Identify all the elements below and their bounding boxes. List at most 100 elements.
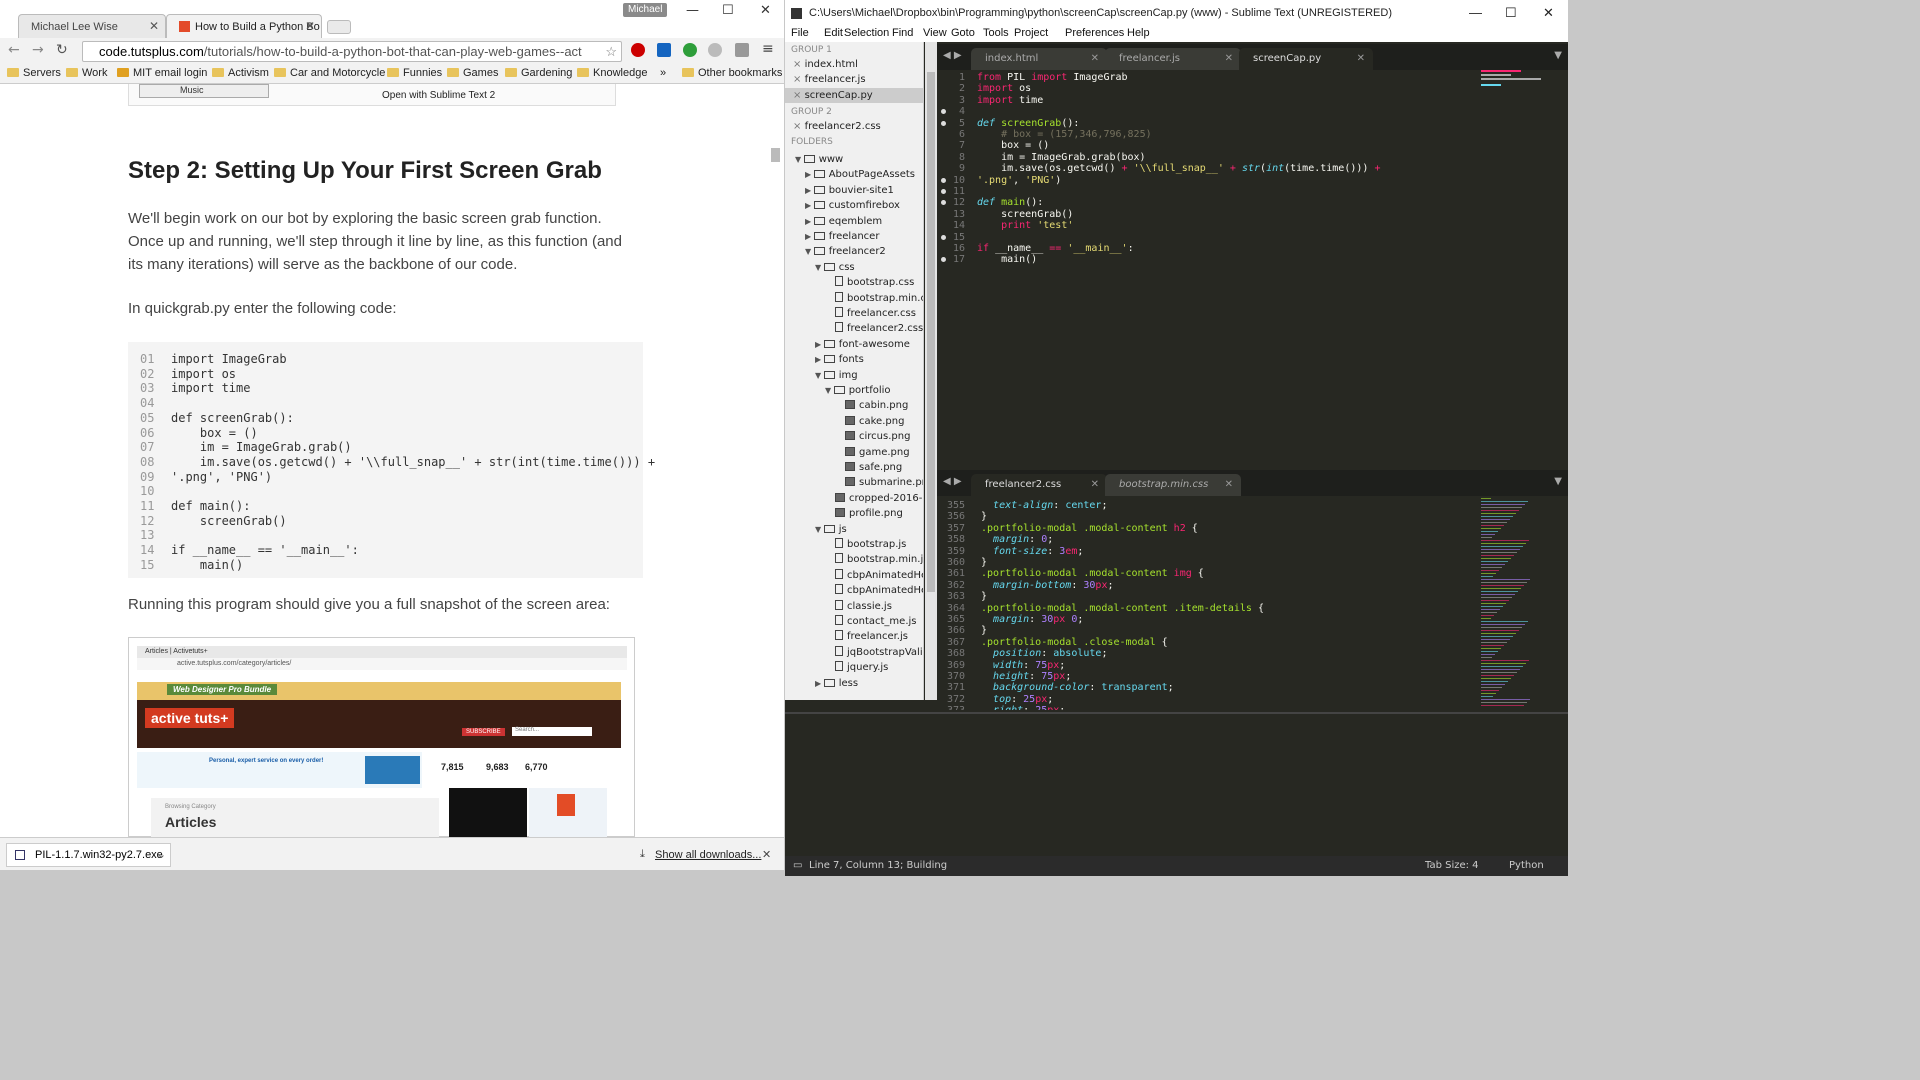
tree-folder[interactable]: ▼ css — [815, 260, 855, 275]
back-icon[interactable]: ← — [8, 42, 20, 58]
minimap[interactable] — [1475, 70, 1555, 100]
tree-file[interactable]: cropped-2016-03- — [835, 491, 923, 506]
menu-selection[interactable]: Selection — [844, 27, 889, 39]
minimap[interactable] — [1475, 498, 1555, 708]
tree-file[interactable]: profile.png — [835, 506, 903, 521]
tab-bootstrap-min-css[interactable]: bootstrap.min.css ✕ — [1105, 474, 1241, 496]
tree-folder[interactable]: ▶ eqemblem — [805, 214, 882, 229]
disclosure-closed-icon[interactable]: ▶ — [815, 340, 824, 349]
menu-view[interactable]: View — [923, 27, 947, 39]
bookmark-car-motorcycle[interactable]: Car and Motorcycle — [274, 67, 385, 79]
tab-overflow-icon[interactable]: ▼ — [1554, 50, 1562, 61]
tab-screencap-py[interactable]: screenCap.py ✕ — [1239, 48, 1373, 70]
extension-icon[interactable] — [735, 43, 749, 57]
panel-toggle-icon[interactable]: ▭ — [793, 856, 802, 876]
chevron-down-icon[interactable]: ⌄ — [157, 844, 166, 866]
tree-file[interactable]: submarine.png — [845, 475, 923, 490]
disclosure-closed-icon[interactable]: ▶ — [815, 679, 824, 688]
menu-file[interactable]: File — [791, 27, 809, 39]
extension-icon[interactable] — [683, 43, 697, 57]
disclosure-closed-icon[interactable]: ▶ — [805, 170, 814, 179]
tab-index-html[interactable]: index.html ✕ — [971, 48, 1107, 70]
sidebar-scrollbar[interactable] — [925, 42, 937, 700]
tree-folder[interactable]: ▼ portfolio — [825, 383, 891, 398]
tree-folder[interactable]: ▶ freelancer — [805, 229, 879, 244]
menu-goto[interactable]: Goto — [951, 27, 975, 39]
bookmark-knowledge[interactable]: Knowledge — [577, 67, 647, 79]
forward-icon[interactable]: → — [32, 42, 44, 58]
tab-nav-icon[interactable]: ◀ ▶ — [943, 476, 962, 487]
tree-folder[interactable]: ▶ less — [815, 676, 858, 691]
tab-freelancer2-css[interactable]: freelancer2.css ✕ — [971, 474, 1107, 496]
menu-find[interactable]: Find — [892, 27, 913, 39]
disclosure-closed-icon[interactable]: ▶ — [805, 217, 814, 226]
tree-folder[interactable]: ▶ AboutPageAssets — [805, 167, 915, 182]
tab-python-bot[interactable]: How to Build a Python Bo ✕ — [166, 14, 322, 38]
tree-file[interactable]: freelancer2.css — [835, 321, 923, 336]
minimize-icon[interactable]: — — [1469, 0, 1482, 26]
disclosure-closed-icon[interactable]: ▶ — [805, 186, 814, 195]
bookmark-gardening[interactable]: Gardening — [505, 67, 572, 79]
menu-icon[interactable]: ≡ — [762, 41, 774, 57]
reload-icon[interactable]: ↻ — [56, 42, 68, 58]
menu-help[interactable]: Help — [1127, 27, 1150, 39]
tree-folder[interactable]: ▶ bouvier-site1 — [805, 183, 894, 198]
disclosure-open-icon[interactable]: ▼ — [815, 263, 824, 272]
extension-icon[interactable] — [708, 43, 722, 57]
bookmark-servers[interactable]: Servers — [7, 67, 61, 79]
tree-folder[interactable]: ▶ customfirebox — [805, 198, 900, 213]
tab-size[interactable]: Tab Size: 4 — [1425, 856, 1479, 876]
tab-nav-icon[interactable]: ◀ ▶ — [943, 50, 962, 61]
tab-michael-lee-wise[interactable]: Michael Lee Wise ✕ — [18, 14, 166, 38]
disclosure-closed-icon[interactable]: ▶ — [815, 355, 824, 364]
syntax-mode[interactable]: Python — [1509, 856, 1544, 876]
extension-icon[interactable] — [631, 43, 645, 57]
disclosure-open-icon[interactable]: ▼ — [825, 386, 834, 395]
disclosure-open-icon[interactable]: ▼ — [815, 371, 824, 380]
tree-file[interactable]: safe.png — [845, 460, 902, 475]
close-icon[interactable]: ✕ — [149, 19, 159, 33]
disclosure-closed-icon[interactable]: ▶ — [805, 232, 814, 241]
tab-freelancer-js[interactable]: freelancer.js ✕ — [1105, 48, 1241, 70]
open-file-index[interactable]: × index.html — [793, 57, 858, 72]
menu-project[interactable]: Project — [1014, 27, 1048, 39]
disclosure-open-icon[interactable]: ▼ — [805, 247, 814, 256]
close-icon[interactable]: ✕ — [305, 19, 315, 33]
new-tab-button[interactable] — [327, 20, 351, 34]
bookmark-star-icon[interactable]: ☆ — [605, 42, 617, 61]
scroll-thumb[interactable] — [927, 72, 935, 592]
close-window-icon[interactable]: ✕ — [760, 3, 771, 18]
tree-folder[interactable]: ▼ www — [795, 152, 843, 167]
disclosure-closed-icon[interactable]: ▶ — [805, 201, 814, 210]
tab-overflow-icon[interactable]: ▼ — [1554, 476, 1562, 487]
extension-icon[interactable] — [657, 43, 671, 57]
maximize-icon[interactable]: ☐ — [722, 3, 734, 18]
tree-file[interactable]: contact_me.js — [835, 614, 916, 629]
tree-file[interactable]: cbpAnimatedHea — [835, 583, 923, 598]
tree-file[interactable]: bootstrap.css — [835, 275, 914, 290]
tree-file[interactable]: jqBootstrapValida — [835, 645, 923, 660]
editor-bottom[interactable]: 355 text-align: center; 356} 357 .portfolio… — [937, 498, 1568, 710]
bookmark-overflow[interactable]: » — [660, 67, 666, 79]
tree-folder[interactable]: ▼ freelancer2 — [805, 244, 886, 259]
tree-file[interactable]: bootstrap.min.js — [835, 552, 923, 567]
tree-folder[interactable]: ▶ font-awesome — [815, 337, 910, 352]
menu-edit[interactable]: Edit — [824, 27, 843, 39]
disclosure-open-icon[interactable]: ▼ — [795, 155, 804, 164]
tree-file[interactable]: jquery.js — [835, 660, 888, 675]
tree-file[interactable]: bootstrap.js — [835, 537, 906, 552]
tree-file[interactable]: circus.png — [845, 429, 910, 444]
bookmark-mit-email[interactable]: MIT email login — [117, 67, 207, 79]
bookmark-work[interactable]: Work — [66, 67, 107, 79]
bookmark-games[interactable]: Games — [447, 67, 498, 79]
open-file-freelancer2-css[interactable]: × freelancer2.css — [793, 119, 881, 134]
bookmark-funnies[interactable]: Funnies — [387, 67, 442, 79]
tree-file[interactable]: cbpAnimatedHea — [835, 568, 923, 583]
scroll-thumb[interactable] — [771, 148, 780, 162]
address-bar[interactable]: code.tutsplus.com/tutorials/how-to-build… — [82, 41, 622, 62]
bookmark-other[interactable]: Other bookmarks — [682, 67, 782, 79]
maximize-icon[interactable]: ☐ — [1505, 0, 1517, 26]
menu-preferences[interactable]: Preferences — [1065, 27, 1124, 39]
disclosure-open-icon[interactable]: ▼ — [815, 525, 824, 534]
page-scrollbar[interactable] — [769, 84, 781, 836]
